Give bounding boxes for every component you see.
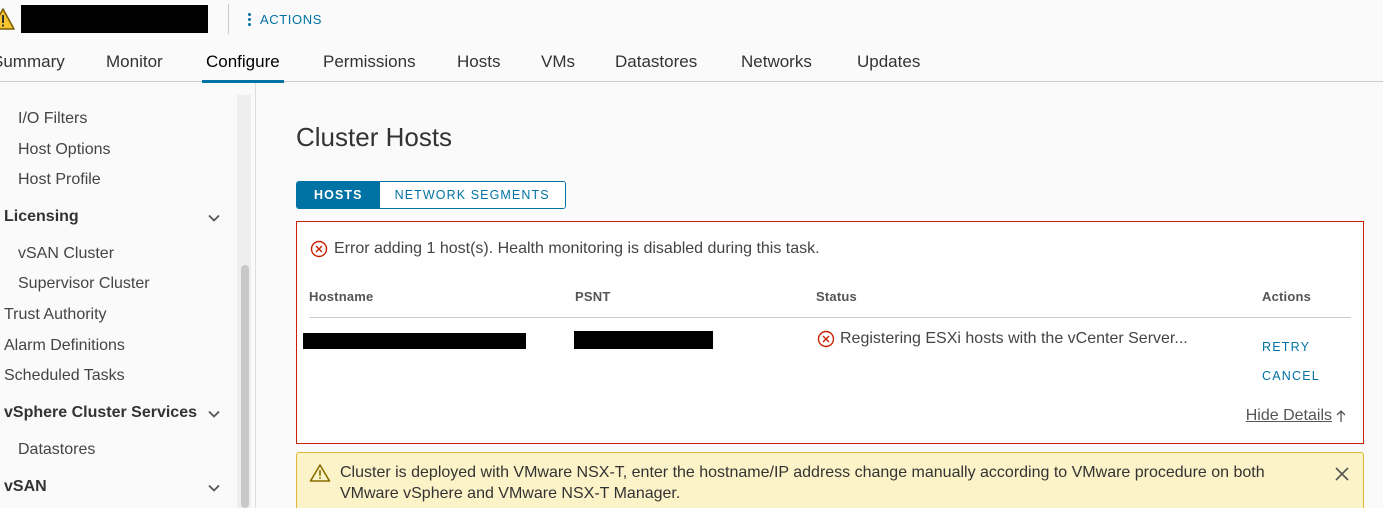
retry-button[interactable]: RETRY [1262,340,1310,354]
segment-network-segments[interactable]: NETWORK SEGMENTS [379,182,565,208]
object-header: ACTIONS [0,0,1383,40]
tab-configure[interactable]: Configure [202,40,284,83]
view-segmented-control: HOSTS NETWORK SEGMENTS [296,181,566,209]
redacted-psnt [574,331,713,349]
warning-icon [0,7,16,36]
sidebar-scrollbar-thumb[interactable] [241,265,249,508]
sidebar-item-datastores[interactable]: Datastores [18,441,95,459]
sidebar-item-vsan-cluster[interactable]: vSAN Cluster [18,245,114,263]
chevron-down-icon[interactable] [207,211,221,225]
sidebar-group-licensing[interactable]: Licensing [4,208,79,226]
warning-icon [309,464,331,482]
tab-vms[interactable]: VMs [541,40,575,82]
actions-label: ACTIONS [260,11,322,27]
error-message-text: Error adding 1 host(s). Health monitorin… [334,240,820,257]
column-header-actions: Actions [1262,289,1312,304]
hide-details-link[interactable]: Hide Details [1246,407,1347,425]
sidebar-item-supervisor-cluster[interactable]: Supervisor Cluster [18,275,150,293]
error-circle-icon [817,330,835,348]
close-icon[interactable] [1333,465,1351,483]
column-header-psnt[interactable]: PSNT [575,289,610,304]
tab-updates[interactable]: Updates [857,40,920,82]
error-message: Error adding 1 host(s). Health monitorin… [310,240,820,258]
sidebar-group-vsan[interactable]: vSAN [4,478,47,496]
tab-hosts[interactable]: Hosts [457,40,500,82]
redacted-object-name [21,5,208,33]
warning-alert-text: Cluster is deployed with VMware NSX-T, e… [340,464,1265,502]
tab-permissions[interactable]: Permissions [323,40,416,82]
vertical-ellipsis-icon [248,12,251,26]
column-header-hostname[interactable]: Hostname [309,289,373,304]
sidebar-item-alarm-definitions[interactable]: Alarm Definitions [4,337,125,355]
sidebar-item-trust-authority[interactable]: Trust Authority [4,306,107,324]
redacted-hostname [303,333,526,349]
arrow-up-icon [1336,410,1346,422]
sidebar-item-host-profile[interactable]: Host Profile [18,171,101,189]
page-title: Cluster Hosts [296,122,453,152]
cancel-button[interactable]: CANCEL [1262,369,1320,383]
table-header-divider [309,317,1351,318]
tab-networks[interactable]: Networks [741,40,812,82]
chevron-down-icon[interactable] [207,481,221,495]
host-status: Registering ESXi hosts with the vCenter … [817,330,1188,348]
tab-summary[interactable]: Summary [0,40,65,82]
error-circle-icon [310,240,328,258]
warning-alert: Cluster is deployed with VMware NSX-T, e… [296,452,1364,508]
header-divider [228,4,229,34]
sidebar-item-host-options[interactable]: Host Options [18,141,110,159]
host-status-text: Registering ESXi hosts with the vCenter … [840,330,1188,347]
actions-menu-button[interactable]: ACTIONS [248,10,322,28]
sidebar-item-io-filters[interactable]: I/O Filters [18,110,87,128]
error-panel: Error adding 1 host(s). Health monitorin… [296,221,1364,444]
segment-hosts[interactable]: HOSTS [297,182,380,208]
configure-sidebar: I/O Filters Host Options Host Profile Li… [0,83,256,508]
column-header-status[interactable]: Status [816,289,857,304]
object-tabs: Summary Monitor Configure Permissions Ho… [0,40,1383,83]
chevron-down-icon[interactable] [207,407,221,421]
hide-details-label: Hide Details [1245,407,1332,424]
tab-monitor[interactable]: Monitor [106,40,163,82]
sidebar-group-vsphere-cluster-services[interactable]: vSphere Cluster Services [4,404,197,422]
sidebar-item-scheduled-tasks[interactable]: Scheduled Tasks [4,367,125,385]
tab-datastores[interactable]: Datastores [615,40,697,82]
